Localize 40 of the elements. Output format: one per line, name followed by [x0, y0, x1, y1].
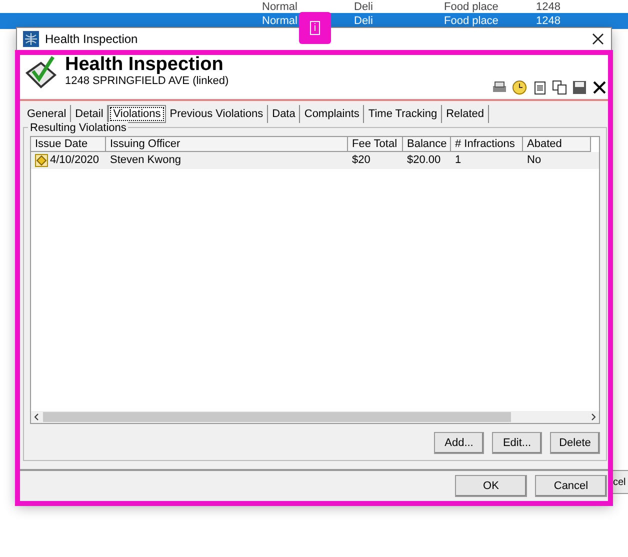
column-header[interactable]: Abated — [523, 136, 591, 152]
warning-icon — [35, 154, 48, 167]
horizontal-scrollbar[interactable] — [31, 410, 599, 423]
save-icon[interactable] — [572, 80, 587, 95]
tab[interactable]: Previous Violations — [166, 104, 268, 123]
table-cell: 1 — [455, 154, 462, 166]
list-button[interactable]: Add... — [434, 432, 484, 454]
column-header[interactable]: # Infractions — [451, 136, 523, 152]
scrollbar-thumb[interactable] — [43, 412, 511, 422]
table-cell: No — [527, 154, 542, 166]
tab[interactable]: Violations — [108, 104, 166, 123]
dialog-button[interactable]: OK — [455, 475, 527, 498]
copy-icon[interactable] — [552, 80, 567, 95]
tab[interactable]: Time Tracking — [364, 104, 442, 123]
table-cell: $20 — [352, 154, 370, 166]
table-cell: 4/10/2020 — [50, 154, 99, 166]
table-cell: Steven Kwong — [110, 154, 181, 166]
table-cell: $20.00 — [407, 154, 441, 166]
header-subtitle: 1248 SPRINGFIELD AVE (linked) — [65, 75, 230, 88]
group-title: Resulting Violations — [28, 122, 128, 134]
list-button[interactable]: Edit... — [492, 432, 542, 454]
close-icon[interactable] — [592, 80, 607, 95]
list-button[interactable]: Delete — [550, 432, 600, 454]
tab[interactable]: Data — [268, 104, 300, 123]
header-title: Health Inspection — [65, 55, 224, 76]
column-header[interactable]: Issuing Officer — [106, 136, 348, 152]
close-icon[interactable] — [591, 32, 605, 46]
window-title: Health Inspection — [45, 32, 139, 46]
clock-icon[interactable] — [512, 80, 527, 95]
column-header[interactable]: Fee Total — [348, 136, 403, 152]
dialog-button[interactable]: Cancel — [535, 475, 607, 498]
tab[interactable]: Complaints — [300, 104, 364, 123]
new-document-icon[interactable] — [532, 80, 547, 95]
badge-label: i — [310, 21, 320, 35]
app-icon — [23, 30, 39, 47]
printer-icon[interactable] — [492, 80, 507, 95]
tab[interactable]: Related — [442, 104, 489, 123]
column-header[interactable]: Balance — [403, 136, 451, 152]
list-row[interactable]: Normal Deli Food place 1248 — [0, 0, 628, 13]
column-header[interactable]: Issue Date — [31, 136, 106, 152]
